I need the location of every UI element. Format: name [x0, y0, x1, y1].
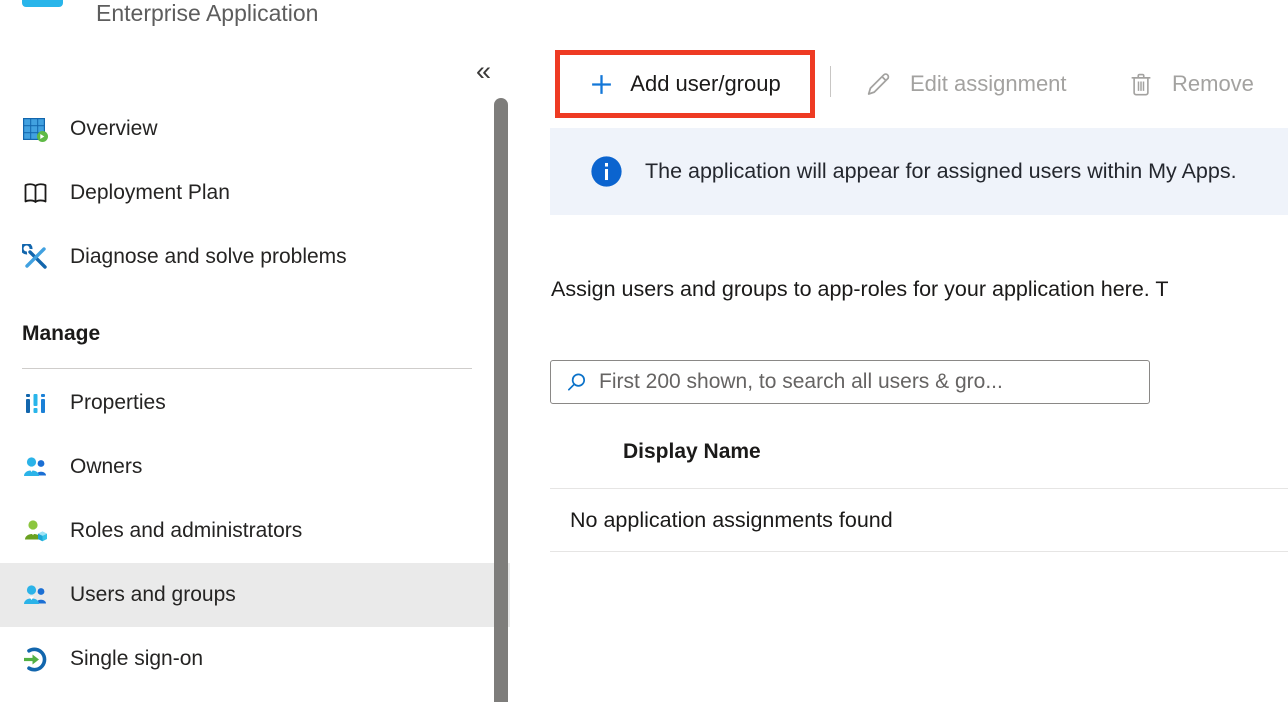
sidebar-section-manage: Manage: [22, 322, 100, 346]
sidebar-item-label: Single sign-on: [70, 647, 203, 671]
sidebar-item-properties[interactable]: Properties: [0, 371, 510, 435]
edit-assignment-label: Edit assignment: [910, 71, 1067, 97]
sidebar-item-label: Users and groups: [70, 583, 236, 607]
sidebar-item-label: Deployment Plan: [70, 181, 230, 205]
sso-arrow-icon: [22, 646, 49, 673]
table-row-divider: [550, 551, 1288, 552]
sidebar-item-label: Roles and administrators: [70, 519, 302, 543]
sidebar-item-overview[interactable]: Overview: [0, 97, 510, 161]
tools-icon: [22, 244, 49, 271]
remove-button[interactable]: Remove: [1126, 50, 1254, 118]
overview-grid-icon: [22, 116, 49, 143]
sidebar-item-roles-administrators[interactable]: Roles and administrators: [0, 499, 510, 563]
app-logo-icon: [22, 0, 63, 7]
search-icon: [565, 371, 588, 394]
sidebar-item-diagnose[interactable]: Diagnose and solve problems: [0, 225, 510, 289]
sidebar-item-label: Overview: [70, 117, 158, 141]
sliders-icon: [22, 390, 49, 417]
search-box[interactable]: [550, 360, 1150, 404]
column-header-display-name[interactable]: Display Name: [623, 440, 761, 464]
empty-assignments-message: No application assignments found: [570, 508, 893, 533]
people-icon: [22, 454, 49, 481]
remove-label: Remove: [1172, 71, 1254, 97]
people-icon: [22, 582, 49, 609]
sidebar-item-label: Properties: [70, 391, 166, 415]
sidebar-section-divider: [22, 368, 472, 369]
add-user-group-label: Add user/group: [630, 71, 780, 97]
sidebar-item-label: Diagnose and solve problems: [70, 245, 347, 269]
users-and-groups-page: Enterprise Application « Overview Deploy…: [0, 0, 1288, 702]
sidebar-item-owners[interactable]: Owners: [0, 435, 510, 499]
plus-icon: [589, 72, 614, 97]
table-header-divider: [550, 488, 1288, 489]
pencil-icon: [862, 68, 894, 100]
toolbar-divider: [830, 66, 831, 97]
info-banner-text: The application will appear for assigned…: [645, 159, 1237, 184]
person-cube-icon: [22, 518, 49, 545]
search-input[interactable]: [599, 370, 1149, 394]
assign-description-text: Assign users and groups to app-roles for…: [551, 277, 1288, 307]
book-icon: [22, 180, 49, 207]
add-user-group-button[interactable]: Add user/group: [555, 50, 815, 118]
sidebar-item-deployment-plan[interactable]: Deployment Plan: [0, 161, 510, 225]
collapse-sidebar-icon[interactable]: «: [476, 58, 491, 85]
sidebar-item-label: Owners: [70, 455, 142, 479]
info-banner: The application will appear for assigned…: [550, 128, 1288, 215]
sidebar-scrollbar[interactable]: [494, 98, 508, 702]
sidebar-item-users-and-groups[interactable]: Users and groups: [0, 563, 510, 627]
app-type-label: Enterprise Application: [96, 0, 318, 27]
sidebar-item-single-sign-on[interactable]: Single sign-on: [0, 627, 510, 691]
info-icon: [590, 155, 623, 188]
trash-icon: [1126, 69, 1156, 99]
edit-assignment-button[interactable]: Edit assignment: [862, 50, 1067, 118]
